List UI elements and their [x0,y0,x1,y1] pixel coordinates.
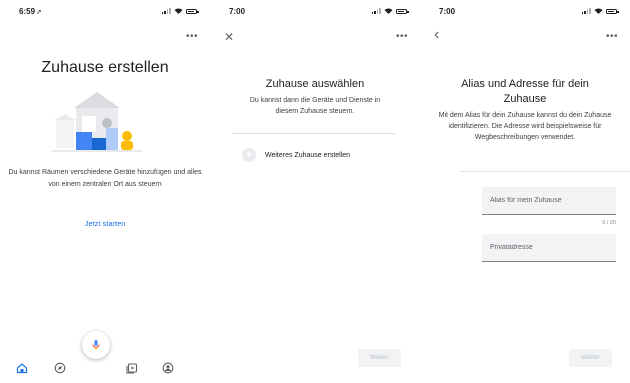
status-bar: 7:00 [420,0,630,22]
wifi-icon [594,8,603,14]
alias-address-screen: 7:00 ‹ ••• Alias und Adresse für dein Zu… [420,0,630,383]
address-field[interactable] [482,234,616,262]
next-button[interactable]: Weiter [569,349,612,367]
get-started-link[interactable]: Jetzt starten [0,219,210,228]
page-description: Mit dem Alias für dein Zuhause kannst du… [438,112,612,141]
divider [232,133,396,134]
create-another-home-label: Weiteres Zuhause erstellen [265,151,351,159]
page-title: Zuhause auswählen [265,78,365,90]
add-icon: + [242,148,256,162]
location-icon: ➚ [36,9,42,16]
more-options-icon[interactable]: ••• [186,31,198,42]
more-options-icon[interactable]: ••• [606,31,618,42]
alias-char-counter: 0 / 20 [602,220,616,226]
signal-icon [371,8,381,14]
bottom-navigation [0,353,210,383]
create-home-screen: 6:59➚ ••• Zuhause erstellen Du kannst Rä… [0,0,210,383]
address-input[interactable] [482,234,616,261]
status-bar: 7:00 [210,0,420,22]
page-title: Zuhause erstellen [41,59,169,76]
alias-input[interactable] [482,187,616,214]
media-icon[interactable] [126,362,138,374]
more-options-icon[interactable]: ••• [396,31,408,42]
battery-icon [396,9,409,14]
intro-description: Du kannst Räumen verschiedene Geräte hin… [8,169,202,188]
status-time: 6:59➚ [19,7,42,16]
signal-icon [161,8,171,14]
house-illustration [52,92,142,152]
next-button[interactable]: Weiter [358,349,401,367]
wifi-icon [384,8,393,14]
divider [460,171,630,172]
status-time: 7:00 [439,7,456,16]
microphone-icon [92,340,100,350]
status-time: 7:00 [229,7,246,16]
explore-icon[interactable] [54,362,66,374]
select-home-screen: 7:00 ✕ ••• Zuhause auswählen Du kannst d… [210,0,420,383]
close-icon[interactable]: ✕ [224,30,234,44]
page-title: Alias und Adresse für dein Zuhause [461,78,589,105]
create-another-home-item[interactable]: + Weiteres Zuhause erstellen [242,148,350,162]
back-icon[interactable]: ‹ [434,26,439,44]
battery-icon [186,9,199,14]
alias-field[interactable] [482,187,616,215]
signal-icon [581,8,591,14]
battery-icon [606,9,619,14]
page-subtitle: Du kannst dann die Geräte und Dienste in… [249,97,381,115]
home-icon[interactable] [16,362,28,374]
wifi-icon [174,8,183,14]
status-bar: 6:59➚ [0,0,210,22]
account-icon[interactable] [162,362,174,374]
